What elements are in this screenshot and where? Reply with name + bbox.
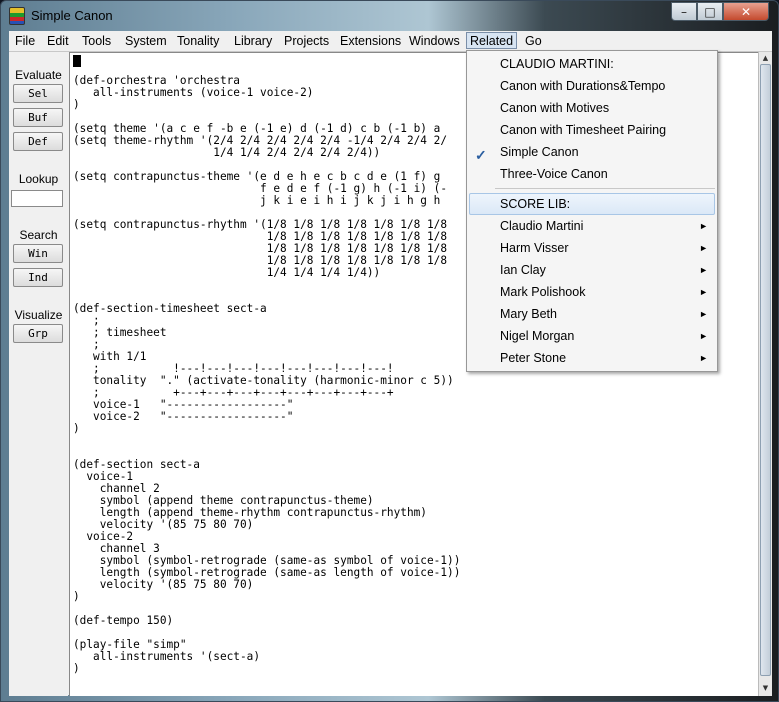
scroll-down-icon[interactable]: ▼ [759, 682, 772, 694]
menu-item-label: Peter Stone [500, 351, 567, 365]
menu-separator [495, 188, 715, 189]
menu-go[interactable]: Go [525, 33, 542, 50]
menu-item-example[interactable]: Canon with Timesheet Pairing [500, 119, 712, 141]
close-button[interactable]: ✕ [723, 2, 769, 21]
lookup-input[interactable] [11, 190, 63, 207]
menu-item-label: Three-Voice Canon [500, 167, 608, 181]
menu-item-label: Claudio Martini [500, 219, 584, 233]
evaluate-label: Evaluate [15, 68, 62, 82]
menu-item-score-lib[interactable]: SCORE LIB: [500, 193, 712, 215]
menu-bar: File Edit Tools System Tonality Library … [9, 31, 772, 51]
window-title: Simple Canon [31, 8, 113, 23]
menu-extensions[interactable]: Extensions [340, 33, 401, 50]
submenu-arrow-icon: ► [699, 243, 708, 253]
buf-button[interactable]: Buf [13, 108, 63, 127]
menu-edit[interactable]: Edit [47, 33, 69, 50]
submenu-item-author[interactable]: Harm Visser ► [500, 237, 712, 259]
menu-header-claudio-martini: CLAUDIO MARTINI: [500, 53, 712, 75]
app-icon [9, 7, 25, 25]
menu-item-example[interactable]: Simple Canon [500, 141, 712, 163]
search-label: Search [19, 228, 58, 242]
submenu-arrow-icon: ► [699, 265, 708, 275]
menu-item-label: Canon with Durations&Tempo [500, 79, 666, 93]
submenu-item-author[interactable]: Peter Stone ► [500, 347, 712, 369]
menu-item-label: Harm Visser [500, 241, 569, 255]
submenu-item-author[interactable]: Mary Beth ► [500, 303, 712, 325]
submenu-item-author[interactable]: Nigel Morgan ► [500, 325, 712, 347]
minimize-button[interactable]: – [671, 2, 697, 21]
menu-system[interactable]: System [125, 33, 167, 50]
menu-item-label: Canon with Motives [500, 101, 610, 115]
maximize-button[interactable]: □ [697, 2, 723, 21]
side-panel: Evaluate Sel Buf Def Lookup Search Win I… [9, 52, 68, 696]
menu-item-label: Ian Clay [500, 263, 546, 277]
submenu-arrow-icon: ► [699, 221, 708, 231]
grp-button[interactable]: Grp [13, 324, 63, 343]
menu-item-label: Mary Beth [500, 307, 557, 321]
scrollbar-thumb[interactable] [760, 64, 771, 676]
vertical-scrollbar[interactable]: ▲ ▼ [758, 52, 772, 696]
submenu-arrow-icon: ► [699, 309, 708, 319]
text-cursor [73, 55, 81, 67]
submenu-arrow-icon: ► [699, 331, 708, 341]
menu-tonality[interactable]: Tonality [177, 33, 219, 50]
submenu-item-author[interactable]: Mark Polishook ► [500, 281, 712, 303]
menu-item-example[interactable]: Three-Voice Canon [500, 163, 712, 185]
submenu-arrow-icon: ► [699, 287, 708, 297]
menu-projects[interactable]: Projects [284, 33, 329, 50]
app-window: Simple Canon – □ ✕ File Edit Tools Syste… [0, 0, 779, 702]
menu-item-label: Nigel Morgan [500, 329, 575, 343]
editor-text[interactable]: (def-orchestra 'orchestra all-instrument… [73, 75, 460, 675]
menu-file[interactable]: File [15, 33, 35, 50]
menu-item-label: Mark Polishook [500, 285, 586, 299]
checkmark-icon: ✓ [475, 147, 487, 163]
submenu-item-author[interactable]: Claudio Martini ► [500, 215, 712, 237]
menu-item-example[interactable]: Canon with Motives [500, 97, 712, 119]
menu-library[interactable]: Library [234, 33, 272, 50]
lookup-label: Lookup [18, 172, 59, 186]
related-menu-dropdown: ✓ CLAUDIO MARTINI: Canon with Durations&T… [466, 50, 718, 372]
submenu-arrow-icon: ► [699, 353, 708, 363]
menu-windows[interactable]: Windows [409, 33, 460, 50]
menu-related[interactable]: Related [466, 32, 518, 49]
menu-item-example[interactable]: Canon with Durations&Tempo [500, 75, 712, 97]
menu-item-label: Canon with Timesheet Pairing [500, 123, 667, 137]
title-bar[interactable]: Simple Canon – □ ✕ [1, 1, 778, 31]
ind-button[interactable]: Ind [13, 268, 63, 287]
menu-tools[interactable]: Tools [82, 33, 111, 50]
sel-button[interactable]: Sel [13, 84, 63, 103]
scroll-up-icon[interactable]: ▲ [759, 52, 772, 64]
submenu-item-author[interactable]: Ian Clay ► [500, 259, 712, 281]
menu-item-label: SCORE LIB: [500, 197, 571, 211]
win-button[interactable]: Win [13, 244, 63, 263]
menu-item-label: CLAUDIO MARTINI: [500, 57, 614, 71]
def-button[interactable]: Def [13, 132, 63, 151]
menu-item-label: Simple Canon [500, 145, 579, 159]
visualize-label: Visualize [14, 308, 63, 322]
